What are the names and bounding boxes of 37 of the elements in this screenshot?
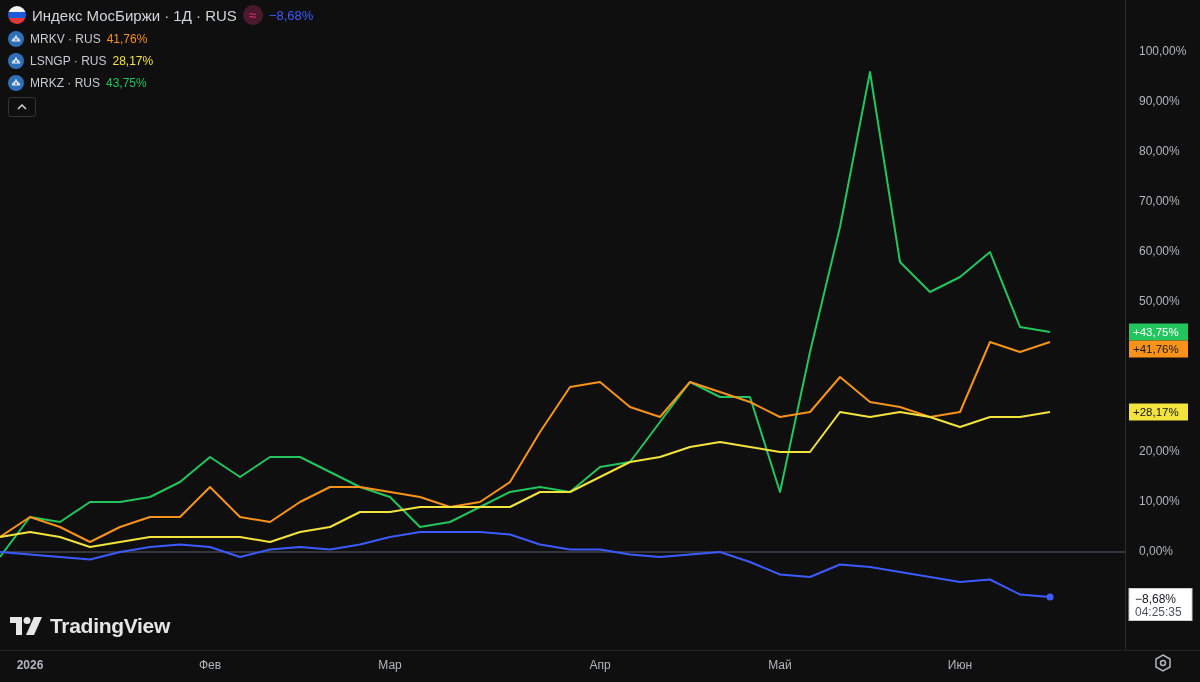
russian-flag-icon <box>8 6 26 24</box>
time-axis-label: Мар <box>378 658 402 673</box>
time-axis-label: Фев <box>198 658 222 673</box>
time-axis-label: Май <box>768 658 792 673</box>
price-axis-label: 0,00% <box>1139 544 1174 559</box>
settings-icon[interactable] <box>1155 654 1171 672</box>
price-axis-label: 20,00% <box>1139 444 1180 459</box>
symbol-name: LSNGP · RUS <box>30 54 107 68</box>
price-badge: +28,17% <box>1129 403 1188 421</box>
logo-text: TradingView <box>50 614 170 638</box>
price-axis-label: 100,00% <box>1139 44 1187 59</box>
tradingview-logo-icon <box>10 617 42 635</box>
symbol-logo-icon <box>8 75 24 91</box>
time-axis-label: Апр <box>589 658 611 673</box>
change-value: 41,76% <box>106 32 148 46</box>
time-axis-label: 2026 <box>16 658 44 673</box>
time-axis-label: Июн <box>947 658 973 673</box>
change-value: 43,75% <box>106 76 147 90</box>
symbol-logo-icon <box>8 31 24 47</box>
last-point-dot <box>1046 593 1054 601</box>
change-value: −8,68% <box>268 7 314 23</box>
symbol-name: MRKV · RUS <box>30 32 101 46</box>
price-axis-label: 70,00% <box>1139 194 1180 209</box>
price-badge: +43,75% <box>1129 323 1188 341</box>
price-axis-label: 60,00% <box>1139 244 1180 259</box>
price-axis-label: 80,00% <box>1139 144 1180 159</box>
chevron-up-icon <box>17 104 27 110</box>
collapse-button[interactable] <box>8 97 36 117</box>
chart-title: Индекс МосБиржи · 1Д · RUS <box>32 6 237 24</box>
price-axis-label: 90,00% <box>1139 94 1180 109</box>
price-axis-label: 50,00% <box>1139 294 1180 309</box>
price-badge: −8,68% 04:25:35 <box>1128 588 1193 621</box>
symbol-logo-icon <box>8 53 24 69</box>
change-value: 28,17% <box>112 54 154 68</box>
symbol-name: MRKZ · RUS <box>30 76 100 90</box>
price-axis-label: 10,00% <box>1139 494 1180 509</box>
compare-badge: ≈ <box>242 5 263 25</box>
